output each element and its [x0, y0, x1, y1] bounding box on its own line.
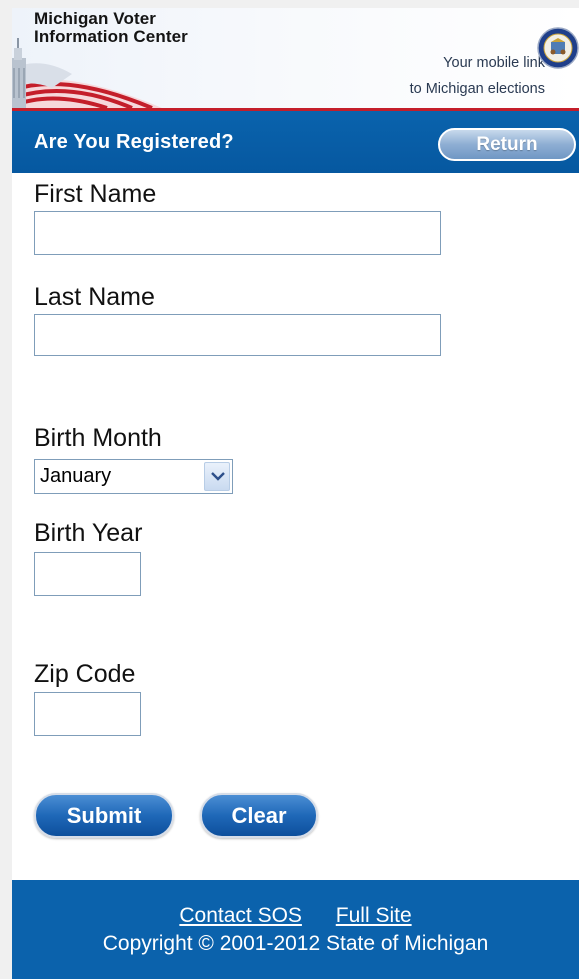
american-flag-graphic: [12, 63, 162, 108]
site-title-line2: Information Center: [34, 27, 188, 46]
zip-code-field[interactable]: [34, 692, 141, 736]
submit-button[interactable]: Submit: [34, 793, 174, 838]
mobile-sheet: Michigan Voter Information Center Your m…: [12, 8, 579, 979]
clear-button[interactable]: Clear: [200, 793, 318, 838]
tagline-line1: Your mobile link: [443, 55, 545, 71]
capitol-building-graphic: [12, 38, 26, 108]
state-seal-icon: [537, 27, 579, 69]
site-title-line1: Michigan Voter: [34, 9, 156, 28]
header-banner: Michigan Voter Information Center Your m…: [12, 8, 579, 108]
first-name-label: First Name: [34, 180, 157, 208]
tagline-line2: to Michigan elections: [409, 81, 545, 97]
tagline: Your mobile link to Michigan elections: [410, 50, 545, 102]
footer-links: Contact SOS Full Site: [12, 904, 579, 928]
full-site-link[interactable]: Full Site: [336, 904, 412, 927]
birth-month-value: January: [40, 465, 112, 487]
birth-month-label: Birth Month: [34, 424, 162, 452]
birth-year-field[interactable]: [34, 552, 141, 596]
first-name-field[interactable]: [34, 211, 441, 255]
site-title: Michigan Voter Information Center: [34, 10, 188, 46]
dropdown-arrow-icon[interactable]: [204, 462, 230, 491]
last-name-label: Last Name: [34, 283, 155, 311]
contact-sos-link[interactable]: Contact SOS: [179, 904, 302, 927]
zip-code-label: Zip Code: [34, 660, 136, 688]
footer: Contact SOS Full Site Copyright © 2001-2…: [12, 880, 579, 979]
last-name-field[interactable]: [34, 314, 441, 356]
title-bar: Are You Registered? Return: [12, 111, 579, 173]
birth-month-select[interactable]: January: [34, 459, 233, 494]
return-button[interactable]: Return: [438, 128, 576, 161]
page: Michigan Voter Information Center Your m…: [0, 0, 579, 979]
page-title: Are You Registered?: [34, 131, 234, 153]
chevron-down-icon: [211, 472, 225, 481]
copyright-text: Copyright © 2001-2012 State of Michigan: [102, 932, 489, 955]
birth-year-label: Birth Year: [34, 519, 143, 547]
